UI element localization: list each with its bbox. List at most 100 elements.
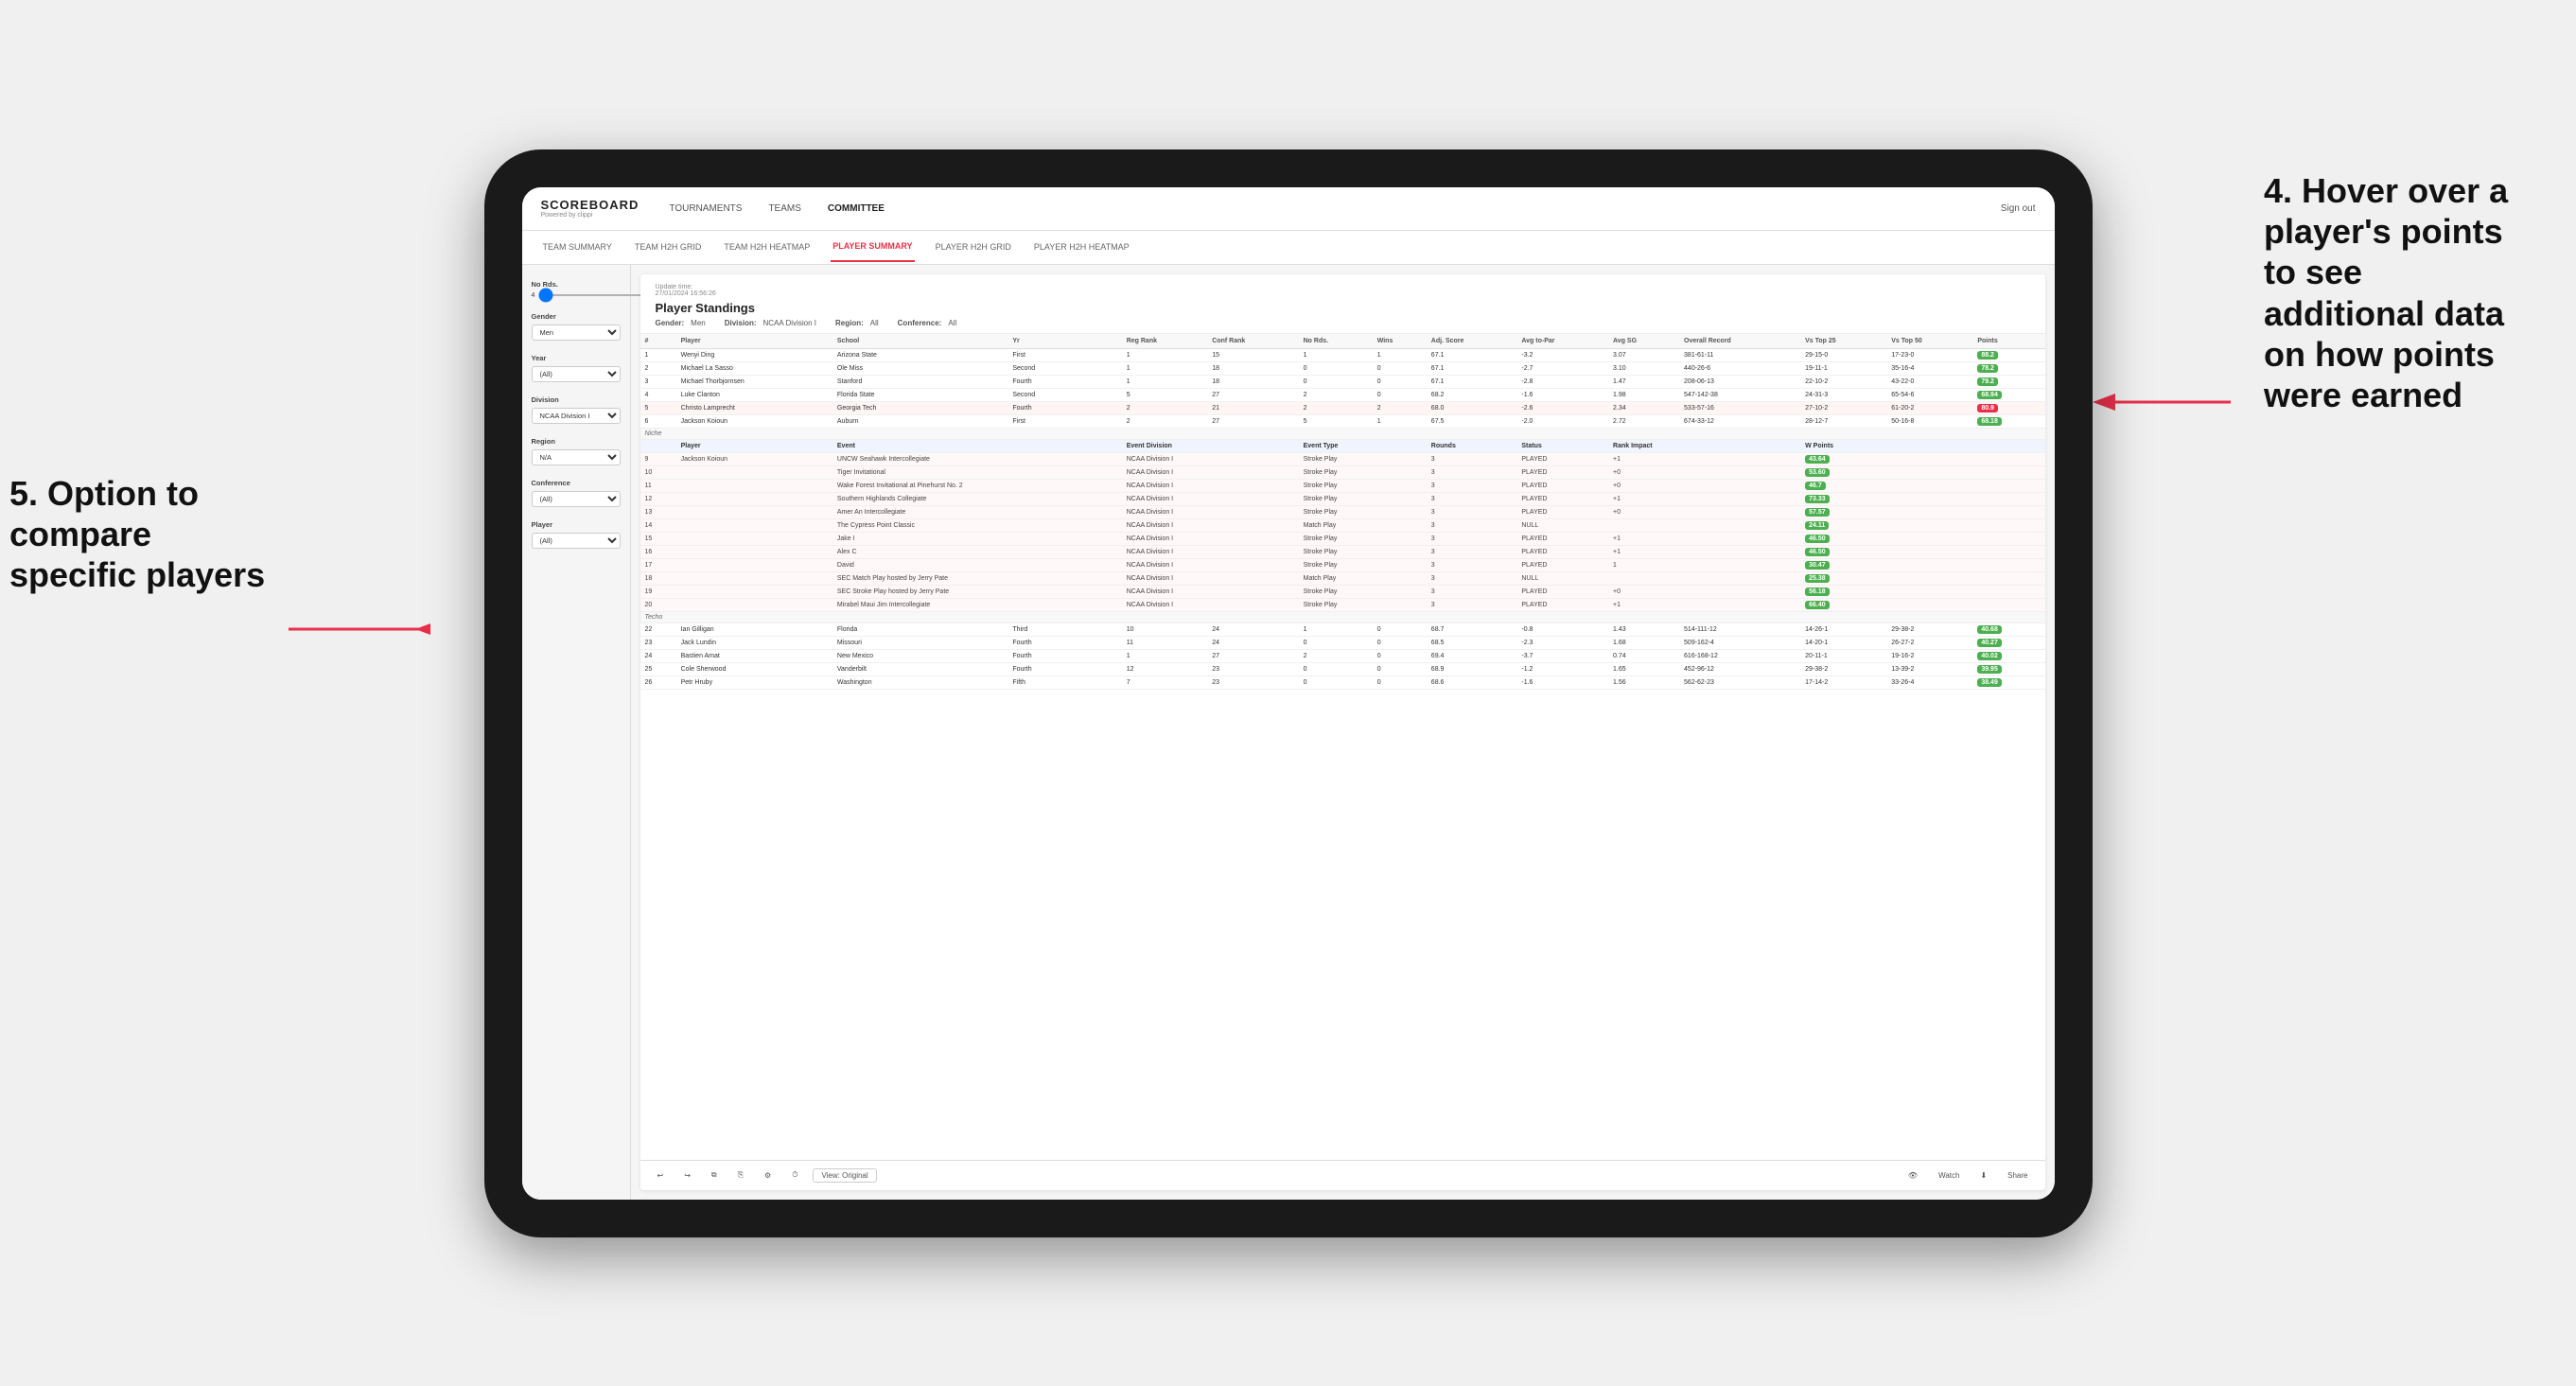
redo-button[interactable]: ↪ bbox=[678, 1168, 696, 1183]
arrow-right-icon bbox=[2089, 383, 2240, 426]
table-row: 22Ian GilliganFloridaThird 102410 68.7-0… bbox=[640, 623, 2045, 636]
subnav-team-h2h-grid[interactable]: TEAM H2H GRID bbox=[633, 233, 704, 261]
no-rds-min: 4 bbox=[532, 292, 535, 299]
conference-filter-value: All bbox=[948, 319, 956, 327]
download-button[interactable]: ⬇ bbox=[1974, 1168, 1992, 1183]
watch-button[interactable]: Watch bbox=[1933, 1168, 1965, 1183]
gender-filter-value: Men bbox=[691, 319, 706, 327]
points-badge[interactable]: 68.18 bbox=[1977, 417, 2002, 426]
region-filter-value: All bbox=[870, 319, 879, 327]
points-badge[interactable]: 78.2 bbox=[1977, 364, 1998, 373]
nav-teams[interactable]: TEAMS bbox=[766, 190, 802, 227]
th-vs-top25: Vs Top 25 bbox=[1800, 334, 1886, 349]
nav-right: Sign out bbox=[2001, 203, 2036, 214]
sidebar-conference: Conference (All) bbox=[532, 479, 621, 507]
sidebar: No Rds. 4 52 Gender Men Year bbox=[522, 265, 631, 1200]
region-filter-label: Region: bbox=[835, 319, 864, 327]
th-adj-score: Adj. Score bbox=[1427, 334, 1517, 349]
gender-filter-label: Gender: bbox=[656, 319, 685, 327]
year-label: Year bbox=[532, 354, 621, 362]
share-button[interactable]: Share bbox=[2002, 1168, 2033, 1183]
points-badge[interactable]: 40.02 bbox=[1977, 652, 2002, 660]
points-badge[interactable]: 40.27 bbox=[1977, 639, 2002, 647]
event-points-badge[interactable]: 53.60 bbox=[1805, 468, 1830, 477]
table-header-row: # Player School Yr Reg Rank Conf Rank No… bbox=[640, 334, 2045, 349]
filter-conference: Conference: All bbox=[898, 319, 957, 327]
nav-tournaments[interactable]: TOURNAMENTS bbox=[667, 190, 744, 227]
points-badge[interactable]: 79.2 bbox=[1977, 377, 1998, 386]
view-original-button[interactable]: View: Original bbox=[813, 1168, 876, 1183]
conference-label: Conference bbox=[532, 479, 621, 487]
event-row: 19SEC Stroke Play hosted by Jerry Pate N… bbox=[640, 585, 2045, 598]
table-row-section: Niche bbox=[640, 428, 2045, 439]
table-container[interactable]: # Player School Yr Reg Rank Conf Rank No… bbox=[640, 334, 2045, 1160]
event-points-badge[interactable]: 46.50 bbox=[1805, 548, 1830, 556]
event-points-badge[interactable]: 57.57 bbox=[1805, 508, 1830, 517]
points-badge[interactable]: 38.49 bbox=[1977, 678, 2002, 687]
event-points-badge[interactable]: 25.38 bbox=[1805, 574, 1830, 583]
nav-committee[interactable]: COMMITTEE bbox=[826, 190, 886, 227]
event-points-badge[interactable]: 30.47 bbox=[1805, 561, 1830, 570]
event-header-row: Player Event Event Division Event Type R… bbox=[640, 439, 2045, 452]
table-row: 24Bastien AmatNew MexicoFourth 12720 69.… bbox=[640, 649, 2045, 662]
bottom-bar: ↩ ↪ ⧉ ⎘ ⚙ ⏱ View: Original 👁 Watch ⬇ Sha… bbox=[640, 1160, 2045, 1190]
event-points-badge[interactable]: 73.33 bbox=[1805, 495, 1830, 503]
points-badge[interactable]: 68.94 bbox=[1977, 391, 2002, 399]
th-avg-sg: Avg SG bbox=[1608, 334, 1679, 349]
player-select[interactable]: (All) bbox=[532, 533, 621, 549]
sidebar-division: Division NCAA Division I bbox=[532, 395, 621, 424]
subnav-player-h2h-grid[interactable]: PLAYER H2H GRID bbox=[934, 233, 1013, 261]
subnav-team-h2h-heatmap[interactable]: TEAM H2H HEATMAP bbox=[722, 233, 812, 261]
sidebar-year: Year (All) bbox=[532, 354, 621, 382]
paste-button[interactable]: ⎘ bbox=[732, 1167, 749, 1183]
clock-button[interactable]: ⏱ bbox=[786, 1167, 803, 1183]
points-badge[interactable]: 39.95 bbox=[1977, 665, 2002, 674]
undo-button[interactable]: ↩ bbox=[652, 1168, 670, 1183]
points-badge-highlighted[interactable]: 80.9 bbox=[1977, 404, 1998, 412]
conference-select[interactable]: (All) bbox=[532, 491, 621, 507]
tablet-screen: SCOREBOARD Powered by clippi TOURNAMENTS… bbox=[522, 187, 2055, 1200]
subnav-team-summary[interactable]: TEAM SUMMARY bbox=[541, 233, 614, 261]
event-row: 11Wake Forest Invitational at Pinehurst … bbox=[640, 479, 2045, 492]
event-row: 13Amer An Intercollegiate NCAA Division … bbox=[640, 505, 2045, 518]
th-points: Points bbox=[1972, 334, 2044, 349]
sidebar-region: Region N/A bbox=[532, 437, 621, 465]
sub-nav: TEAM SUMMARY TEAM H2H GRID TEAM H2H HEAT… bbox=[522, 231, 2055, 265]
event-row: 17David NCAA Division IStroke Play 3PLAY… bbox=[640, 558, 2045, 571]
logo-text: SCOREBOARD bbox=[541, 198, 640, 212]
annotation-left: 5. Option to compare specific players bbox=[9, 473, 274, 596]
event-points-badge[interactable]: 43.64 bbox=[1805, 455, 1830, 464]
standings-table: # Player School Yr Reg Rank Conf Rank No… bbox=[640, 334, 2045, 690]
th-school: School bbox=[832, 334, 1008, 349]
th-num: # bbox=[640, 334, 676, 349]
event-row: 18SEC Match Play hosted by Jerry Pate NC… bbox=[640, 571, 2045, 585]
gender-label: Gender bbox=[532, 312, 621, 321]
points-badge[interactable]: 88.2 bbox=[1977, 351, 1998, 360]
subnav-player-h2h-heatmap[interactable]: PLAYER H2H HEATMAP bbox=[1032, 233, 1131, 261]
panel-header: Player Standings Gender: Men Division: N… bbox=[640, 274, 2045, 334]
event-points-badge[interactable]: 24.11 bbox=[1805, 521, 1829, 530]
event-row: 16Alex C NCAA Division IStroke Play 3PLA… bbox=[640, 545, 2045, 558]
copy-button[interactable]: ⧉ bbox=[706, 1167, 723, 1183]
gender-select[interactable]: Men bbox=[532, 325, 621, 341]
division-filter-label: Division: bbox=[725, 319, 757, 327]
th-vs-top50: Vs Top 50 bbox=[1886, 334, 1972, 349]
nav-links: TOURNAMENTS TEAMS COMMITTEE bbox=[667, 190, 2000, 227]
table-row: 2Michael La SassoOle MissSecond 11800 67… bbox=[640, 361, 2045, 375]
region-select[interactable]: N/A bbox=[532, 449, 621, 465]
division-select[interactable]: NCAA Division I bbox=[532, 408, 621, 424]
settings-button[interactable]: ⚙ bbox=[759, 1168, 777, 1183]
event-points-badge[interactable]: 66.40 bbox=[1805, 601, 1830, 609]
event-row: 15Jake I NCAA Division IStroke Play 3PLA… bbox=[640, 532, 2045, 545]
event-points-badge[interactable]: 56.18 bbox=[1805, 588, 1830, 596]
points-badge[interactable]: 40.68 bbox=[1977, 625, 2002, 634]
sign-out-link[interactable]: Sign out bbox=[2001, 203, 2036, 214]
subnav-player-summary[interactable]: PLAYER SUMMARY bbox=[831, 232, 914, 262]
division-filter-value: NCAA Division I bbox=[763, 319, 816, 327]
event-points-badge[interactable]: 46.7 bbox=[1805, 482, 1826, 490]
standings-panel: Update time: 27/01/2024 16:56:26 Player … bbox=[640, 274, 2045, 1190]
division-label: Division bbox=[532, 395, 621, 404]
event-points-badge[interactable]: 46.50 bbox=[1805, 535, 1830, 543]
th-wins: Wins bbox=[1373, 334, 1427, 349]
year-select[interactable]: (All) bbox=[532, 366, 621, 382]
